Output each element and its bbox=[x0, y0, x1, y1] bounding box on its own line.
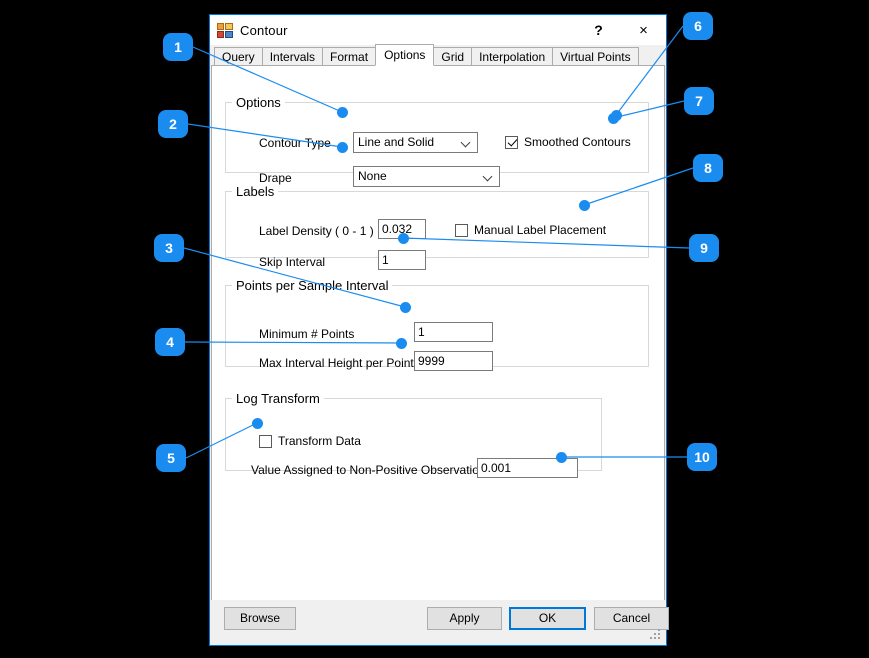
contour-type-value: Line and Solid bbox=[358, 135, 434, 149]
options-tab-panel: Options Contour Type Line and Solid Smoo… bbox=[211, 66, 665, 629]
form-icon bbox=[217, 22, 233, 38]
chevron-down-icon bbox=[462, 139, 471, 145]
browse-button[interactable]: Browse bbox=[224, 607, 296, 630]
tab-grid[interactable]: Grid bbox=[433, 47, 472, 65]
dialog-footer: Browse Apply OK Cancel bbox=[211, 600, 665, 644]
annotation-dot-7 bbox=[608, 113, 619, 124]
title-bar-buttons: ? × bbox=[576, 15, 666, 45]
cancel-button[interactable]: Cancel bbox=[594, 607, 669, 630]
annotation-dot-5 bbox=[252, 418, 263, 429]
annotation-badge-9: 9 bbox=[689, 234, 719, 262]
max-interval-height-label: Max Interval Height per Point bbox=[259, 356, 414, 370]
annotation-badge-2: 2 bbox=[158, 110, 188, 138]
label-density-label: Label Density ( 0 - 1 ) bbox=[259, 224, 374, 238]
contour-dialog: Contour ? × Query Intervals Format Optio… bbox=[209, 14, 667, 646]
annotation-badge-4: 4 bbox=[155, 328, 185, 356]
transform-data-label: Transform Data bbox=[278, 434, 361, 448]
ok-button[interactable]: OK bbox=[509, 607, 586, 630]
annotation-badge-10: 10 bbox=[687, 443, 717, 471]
tab-options[interactable]: Options bbox=[375, 44, 434, 66]
smoothed-contours-label: Smoothed Contours bbox=[524, 135, 631, 149]
manual-label-placement-label: Manual Label Placement bbox=[474, 223, 606, 237]
annotation-badge-6: 6 bbox=[683, 12, 713, 40]
annotation-dot-9 bbox=[398, 233, 409, 244]
window-title: Contour bbox=[240, 23, 288, 38]
group-log-legend: Log Transform bbox=[232, 391, 324, 406]
chevron-down-icon bbox=[484, 173, 493, 179]
tab-query[interactable]: Query bbox=[214, 47, 263, 65]
manual-label-placement-checkbox[interactable]: Manual Label Placement bbox=[455, 223, 606, 237]
annotation-dot-8 bbox=[579, 200, 590, 211]
tab-format[interactable]: Format bbox=[322, 47, 376, 65]
drape-value: None bbox=[358, 169, 387, 183]
tab-interpolation[interactable]: Interpolation bbox=[471, 47, 553, 65]
annotation-badge-5: 5 bbox=[156, 444, 186, 472]
annotation-dot-10 bbox=[556, 452, 567, 463]
help-button[interactable]: ? bbox=[576, 15, 621, 45]
annotation-dot-4 bbox=[396, 338, 407, 349]
group-points-legend: Points per Sample Interval bbox=[232, 278, 392, 293]
group-labels: Labels Label Density ( 0 - 1 ) Manual La… bbox=[225, 184, 649, 258]
minimum-points-input[interactable] bbox=[414, 322, 493, 342]
checkbox-box bbox=[259, 435, 272, 448]
group-labels-legend: Labels bbox=[232, 184, 278, 199]
annotation-badge-1: 1 bbox=[163, 33, 193, 61]
minimum-points-label: Minimum # Points bbox=[259, 327, 354, 341]
annotation-badge-3: 3 bbox=[154, 234, 184, 262]
screen: Contour ? × Query Intervals Format Optio… bbox=[0, 0, 869, 658]
close-icon[interactable]: × bbox=[621, 15, 666, 45]
skip-interval-label: Skip Interval bbox=[259, 255, 325, 269]
tab-virtual-points[interactable]: Virtual Points bbox=[552, 47, 638, 65]
annotation-badge-7: 7 bbox=[684, 87, 714, 115]
group-points-per-sample-interval: Points per Sample Interval Minimum # Poi… bbox=[225, 278, 649, 367]
group-options-legend: Options bbox=[232, 95, 285, 110]
group-log-transform: Log Transform Transform Data Value Assig… bbox=[225, 391, 602, 471]
annotation-dot-1 bbox=[337, 107, 348, 118]
smoothed-contours-checkbox[interactable]: Smoothed Contours bbox=[505, 135, 631, 149]
nonpositive-value-label: Value Assigned to Non-Positive Observati… bbox=[251, 463, 492, 477]
annotation-badge-8: 8 bbox=[693, 154, 723, 182]
tab-intervals[interactable]: Intervals bbox=[262, 47, 323, 65]
max-interval-height-input[interactable] bbox=[414, 351, 493, 371]
contour-type-label: Contour Type bbox=[259, 136, 331, 150]
drape-label: Drape bbox=[259, 171, 292, 185]
tab-strip: Query Intervals Format Options Grid Inte… bbox=[211, 45, 665, 66]
title-bar[interactable]: Contour ? × bbox=[210, 15, 666, 45]
annotation-dot-3 bbox=[400, 302, 411, 313]
annotation-dot-2 bbox=[337, 142, 348, 153]
contour-type-dropdown[interactable]: Line and Solid bbox=[353, 132, 478, 153]
checkbox-box bbox=[455, 224, 468, 237]
checkbox-box bbox=[505, 136, 518, 149]
skip-interval-input[interactable] bbox=[378, 250, 426, 270]
resize-grip[interactable] bbox=[650, 629, 662, 641]
apply-button[interactable]: Apply bbox=[427, 607, 502, 630]
transform-data-checkbox[interactable]: Transform Data bbox=[259, 434, 361, 448]
group-options: Options Contour Type Line and Solid Smoo… bbox=[225, 95, 649, 173]
